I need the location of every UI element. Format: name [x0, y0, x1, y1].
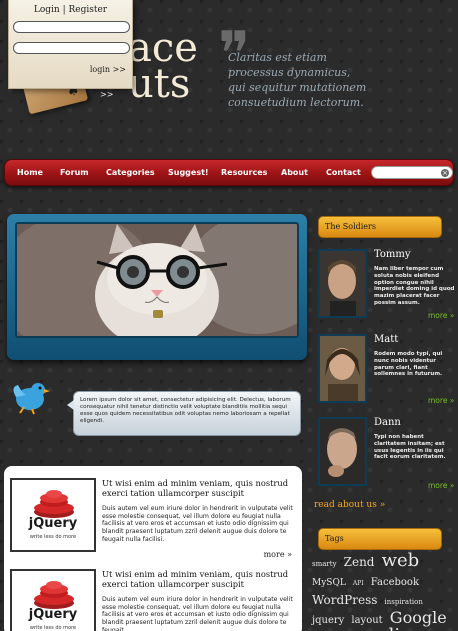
tag-cloud: smarty Zend web MySQL API Facebook WordP…: [312, 550, 456, 631]
jquery-tagline: write less do more: [29, 625, 77, 631]
soldier-bio: Nam liber tempor cum soluta nobis eleife…: [374, 266, 455, 306]
latest-tweet: Lorem ipsum dolor sit amet, consectetur …: [67, 391, 301, 436]
jquery-logo-icon: [34, 490, 74, 518]
posts-panel: jQuery write less do more Ut wisi enim a…: [4, 466, 302, 631]
nav-categories[interactable]: Categories: [106, 168, 155, 177]
tag-link[interactable]: Zend: [344, 555, 375, 569]
soldier-name[interactable]: Matt: [374, 334, 398, 345]
tags-header: Tags: [318, 528, 442, 550]
header-quote: Claritas est etiam processus dynamicus, …: [228, 51, 367, 109]
tag-link[interactable]: smarty: [312, 560, 337, 568]
tag-link[interactable]: inspiration: [384, 598, 422, 606]
jquery-label: jQuery: [28, 516, 78, 531]
login-button[interactable]: login >>: [90, 65, 126, 74]
soldier-name[interactable]: Dann: [374, 417, 401, 428]
nav-forum[interactable]: Forum: [60, 168, 89, 177]
soldiers-header: The Soldiers: [318, 216, 442, 238]
username-field[interactable]: [13, 21, 130, 33]
tag-link[interactable]: API: [353, 580, 364, 587]
post-excerpt: Duis autem vel eum iriure dolor in hendr…: [102, 505, 293, 543]
post-excerpt: Duis autem vel eum iriure dolor in hendr…: [102, 596, 293, 631]
login-toggle[interactable]: >>: [100, 90, 113, 99]
post-title[interactable]: Ut wisi enim ad minim veniam, quis nostr…: [102, 478, 292, 498]
twitter-bird-icon[interactable]: [10, 379, 50, 415]
featured-slider[interactable]: [7, 214, 307, 360]
post-more-link[interactable]: more »: [264, 550, 292, 559]
tag-link[interactable]: jquery: [312, 615, 344, 626]
tag-link[interactable]: MySQL: [312, 578, 346, 588]
login-register-link[interactable]: Login | Register: [9, 5, 132, 15]
soldier-more-link[interactable]: more »: [428, 481, 454, 490]
nav-contact[interactable]: Contact: [326, 168, 361, 177]
jquery-logo-icon: [34, 581, 74, 609]
nav-resources[interactable]: Resources: [221, 168, 267, 177]
tag-link[interactable]: WordPress: [312, 593, 377, 607]
nav-home[interactable]: Home: [17, 168, 43, 177]
soldier-more-link[interactable]: more »: [428, 396, 454, 405]
tag-link[interactable]: web: [382, 550, 420, 571]
read-about-link[interactable]: read about us »: [314, 500, 385, 510]
soldier-bio: Typi non habent claritatem insitam; est …: [374, 434, 446, 461]
search-input[interactable]: ×: [371, 166, 453, 179]
featured-kitten-image: [15, 222, 299, 338]
jquery-tagline: write less do more: [29, 534, 77, 540]
password-field[interactable]: [13, 42, 130, 54]
logo-line-2: uts: [128, 61, 191, 107]
avatar[interactable]: [318, 417, 367, 486]
nav-suggest[interactable]: Suggest!: [168, 168, 209, 177]
jquery-label: jQuery: [28, 607, 78, 622]
tag-link[interactable]: Facebook: [371, 577, 419, 588]
clear-search-icon[interactable]: ×: [441, 169, 449, 177]
tag-link[interactable]: django: [383, 625, 445, 631]
soldier-more-link[interactable]: more »: [428, 311, 454, 320]
main-nav: Home Forum Categories Suggest! Resources…: [4, 159, 454, 186]
login-dropdown: Login | Register login >>: [8, 0, 133, 89]
site-logo[interactable]: ace uts: [128, 28, 198, 107]
nav-about[interactable]: About: [281, 168, 308, 177]
post-title[interactable]: Ut wisi enim ad minim veniam, quis nostr…: [102, 569, 292, 589]
soldier-bio: Rodem modo typi, qui nunc nobis videntur…: [374, 351, 443, 378]
avatar[interactable]: [318, 249, 367, 318]
post-thumbnail[interactable]: jQuery write less do more: [10, 569, 96, 631]
avatar[interactable]: [318, 334, 367, 403]
post-thumbnail[interactable]: jQuery write less do more: [10, 478, 96, 552]
soldier-name[interactable]: Tommy: [374, 249, 411, 260]
tag-link[interactable]: layout: [351, 615, 382, 626]
